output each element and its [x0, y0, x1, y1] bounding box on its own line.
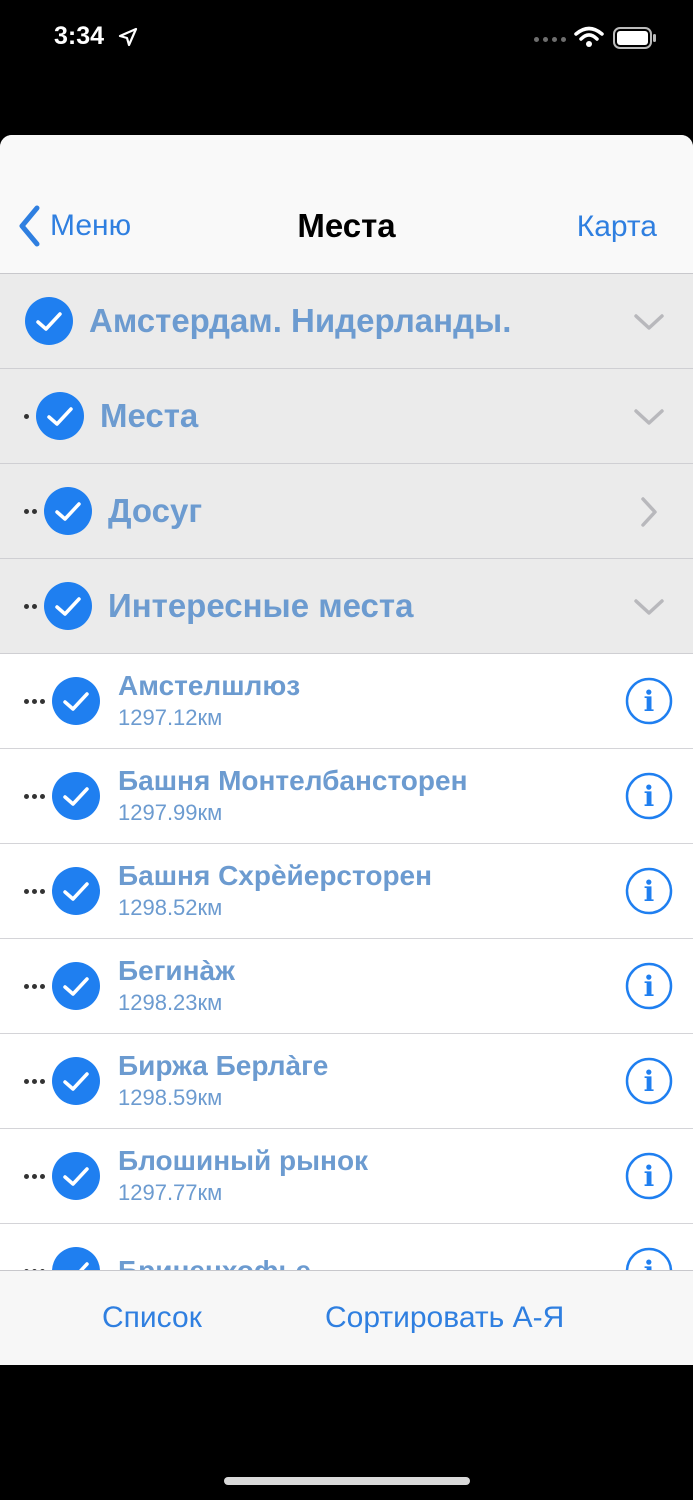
checkmark-circle-icon[interactable] [35, 391, 85, 441]
chevron-right-icon[interactable] [633, 496, 665, 528]
sort-button[interactable]: Сортировать А-Я [325, 1301, 564, 1335]
list-item[interactable]: Амстелшлюз 1297.12км i [0, 654, 693, 749]
item-distance: 1297.77км [118, 1180, 223, 1205]
home-indicator[interactable] [224, 1477, 470, 1485]
item-name: Бриненхофье [118, 1254, 311, 1270]
status-time: 3:34 [54, 22, 105, 50]
list-item[interactable]: Бегинàж 1298.23км i [0, 939, 693, 1034]
checkmark-circle-icon[interactable] [51, 1246, 101, 1270]
svg-text:i: i [644, 685, 655, 718]
status-bar: 3:34 [0, 0, 693, 80]
group-label: Места [100, 397, 199, 434]
list-item[interactable]: Бриненхофье i [0, 1224, 693, 1270]
checkmark-circle-icon[interactable] [51, 1056, 101, 1106]
item-distance: 1298.59км [118, 1085, 223, 1110]
chevron-down-icon[interactable] [633, 306, 665, 338]
info-icon[interactable]: i [625, 1152, 673, 1200]
list-item[interactable]: Башня Монтелбансторен 1297.99км i [0, 749, 693, 844]
item-distance: 1298.52км [118, 895, 223, 920]
location-arrow-icon [118, 27, 138, 47]
signal-dots-icon [534, 37, 566, 42]
bottom-toolbar: Список Сортировать А-Я [0, 1270, 693, 1365]
places-list[interactable]: Амстердам. Нидерланды. Места Досуг Интер… [0, 274, 693, 1270]
indent-dots-icon [24, 983, 45, 989]
indent-dots-icon [24, 413, 29, 419]
svg-text:i: i [644, 970, 655, 1003]
item-name: Амстелшлюз [118, 670, 301, 701]
item-distance: 1298.23км [118, 990, 223, 1015]
checkmark-circle-icon[interactable] [43, 486, 93, 536]
group-row-amsterdam[interactable]: Амстердам. Нидерланды. [0, 274, 693, 369]
battery-icon [613, 27, 656, 49]
checkmark-circle-icon[interactable] [51, 866, 101, 916]
item-distance: 1297.12км [118, 705, 223, 730]
item-name: Башня Монтелбансторен [118, 765, 468, 796]
checkmark-circle-icon[interactable] [51, 771, 101, 821]
places-sheet: Меню Места Карта Амстердам. Нидерланды. … [0, 135, 693, 1365]
navigation-bar: Меню Места Карта [0, 135, 693, 274]
info-icon[interactable]: i [625, 677, 673, 725]
indent-dots-icon [24, 793, 45, 799]
list-item[interactable]: Башня Схрѐйерсторен 1298.52км i [0, 844, 693, 939]
checkmark-circle-icon[interactable] [43, 581, 93, 631]
checkmark-circle-icon[interactable] [51, 961, 101, 1011]
indent-dots-icon [24, 888, 45, 894]
indent-dots-icon [24, 698, 45, 704]
checkmark-circle-icon[interactable] [24, 296, 74, 346]
chevron-down-icon[interactable] [633, 401, 665, 433]
checkmark-circle-icon[interactable] [51, 1151, 101, 1201]
list-button[interactable]: Список [102, 1301, 202, 1335]
indent-dots-icon [24, 1078, 45, 1084]
svg-text:i: i [644, 1160, 655, 1193]
group-row-interesting-places[interactable]: Интересные места [0, 559, 693, 654]
indent-dots-icon [24, 508, 37, 514]
item-name: Бегинàж [118, 955, 235, 986]
group-label: Интересные места [108, 587, 414, 624]
svg-text:i: i [644, 1255, 655, 1270]
indent-dots-icon [24, 1173, 45, 1179]
item-distance: 1297.99км [118, 800, 223, 825]
svg-text:i: i [644, 875, 655, 908]
chevron-down-icon[interactable] [633, 591, 665, 623]
info-icon[interactable]: i [625, 772, 673, 820]
map-button[interactable]: Карта [577, 210, 657, 244]
group-label: Досуг [108, 492, 203, 529]
list-item[interactable]: Биржа Берлàге 1298.59км i [0, 1034, 693, 1129]
svg-text:i: i [644, 780, 655, 813]
svg-text:i: i [644, 1065, 655, 1098]
wifi-icon [574, 26, 604, 47]
info-icon[interactable]: i [625, 1247, 673, 1270]
group-label: Амстердам. Нидерланды. [89, 302, 512, 339]
info-icon[interactable]: i [625, 962, 673, 1010]
list-item[interactable]: Блошиный рынок 1297.77км i [0, 1129, 693, 1224]
group-row-places[interactable]: Места [0, 369, 693, 464]
info-icon[interactable]: i [625, 867, 673, 915]
indent-dots-icon [24, 603, 37, 609]
group-row-leisure[interactable]: Досуг [0, 464, 693, 559]
item-name: Башня Схрѐйерсторен [118, 860, 433, 891]
checkmark-circle-icon[interactable] [51, 676, 101, 726]
item-name: Биржа Берлàге [118, 1050, 329, 1081]
info-icon[interactable]: i [625, 1057, 673, 1105]
item-name: Блошиный рынок [118, 1145, 369, 1176]
